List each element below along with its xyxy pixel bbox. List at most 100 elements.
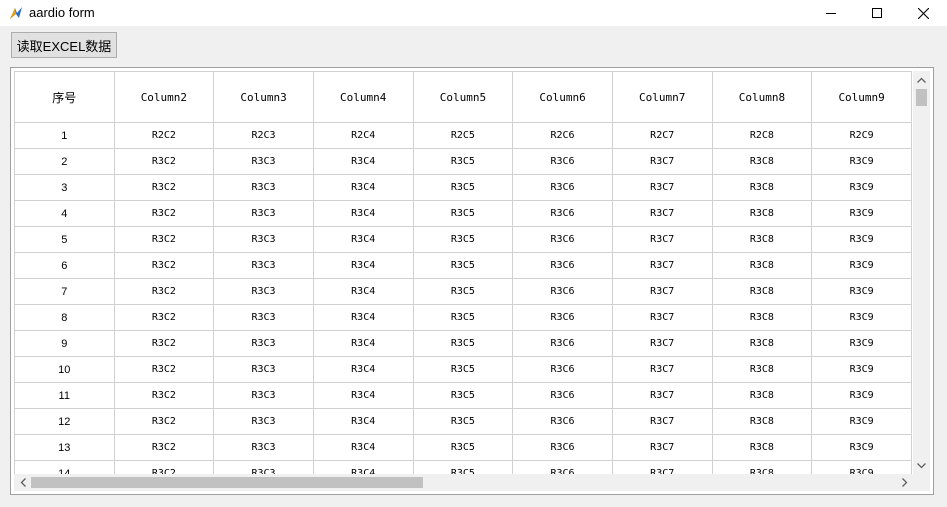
grid-cell[interactable]: R2C3 (213, 122, 314, 149)
grid-cell[interactable]: R3C9 (811, 174, 912, 201)
grid-cell[interactable]: R3C4 (312, 174, 414, 201)
grid-cell[interactable]: R3C5 (412, 460, 514, 474)
grid-cell[interactable]: R3C2 (113, 356, 215, 383)
grid-cell[interactable]: R3C7 (611, 382, 713, 409)
scroll-right-button[interactable] (896, 474, 913, 491)
grid-cell[interactable]: R3C3 (213, 434, 314, 461)
grid-cell[interactable]: R3C8 (711, 434, 813, 461)
close-button[interactable] (900, 0, 946, 26)
grid-cell[interactable]: R3C9 (811, 278, 912, 305)
grid-cell[interactable]: R3C4 (312, 304, 414, 331)
row-index-cell[interactable]: 9 (14, 330, 115, 357)
row-index-cell[interactable]: 10 (14, 356, 115, 383)
grid-cell[interactable]: R3C2 (113, 252, 215, 279)
grid-cell[interactable]: R3C6 (512, 174, 613, 201)
grid-cell[interactable]: R2C4 (312, 122, 414, 149)
grid-cell[interactable]: R3C7 (611, 330, 713, 357)
grid-cell[interactable]: R3C6 (512, 460, 613, 474)
row-index-cell[interactable]: 13 (14, 434, 115, 461)
table-row[interactable]: 11 R3C2 R3C3 R3C4 R3C5 R3C6 R3C7 R3C8 R3C9 (14, 382, 912, 409)
grid-cell[interactable]: R3C7 (611, 226, 713, 253)
grid-cell[interactable]: R3C5 (412, 304, 514, 331)
grid-cell[interactable]: R3C4 (312, 148, 414, 175)
grid-cell[interactable]: R3C9 (811, 330, 912, 357)
grid-cell[interactable]: R3C9 (811, 460, 912, 474)
grid-cell[interactable]: R3C2 (113, 278, 215, 305)
row-index-cell[interactable]: 12 (14, 408, 115, 435)
grid-cell[interactable]: R3C4 (312, 200, 414, 227)
grid-cell[interactable]: R3C3 (213, 226, 314, 253)
grid-cell[interactable]: R3C8 (711, 408, 813, 435)
row-index-cell[interactable]: 6 (14, 252, 115, 279)
grid-cell[interactable]: R3C5 (412, 148, 514, 175)
maximize-button[interactable] (854, 0, 900, 26)
row-index-cell[interactable]: 14 (14, 460, 115, 474)
grid-cell[interactable]: R3C2 (113, 382, 215, 409)
row-index-cell[interactable]: 1 (14, 122, 115, 149)
grid-cell[interactable]: R3C2 (113, 434, 215, 461)
table-row[interactable]: 8 R3C2 R3C3 R3C4 R3C5 R3C6 R3C7 R3C8 R3C9 (14, 304, 912, 331)
grid-cell[interactable]: R3C3 (213, 408, 314, 435)
grid-cell[interactable]: R2C2 (113, 122, 215, 149)
column-header[interactable]: Column6 (512, 71, 613, 123)
grid-cell[interactable]: R3C5 (412, 330, 514, 357)
grid-cell[interactable]: R3C2 (113, 148, 215, 175)
grid-cell[interactable]: R3C8 (711, 304, 813, 331)
row-index-cell[interactable]: 3 (14, 174, 115, 201)
grid-cell[interactable]: R3C6 (512, 252, 613, 279)
grid-cell[interactable]: R3C5 (412, 382, 514, 409)
vertical-scrollbar[interactable] (913, 71, 930, 474)
vertical-scroll-thumb[interactable] (916, 89, 927, 106)
horizontal-scrollbar[interactable] (14, 474, 913, 491)
grid-cell[interactable]: R3C6 (512, 148, 613, 175)
table-row[interactable]: 7 R3C2 R3C3 R3C4 R3C5 R3C6 R3C7 R3C8 R3C9 (14, 278, 912, 305)
grid-cell[interactable]: R3C8 (711, 174, 813, 201)
grid-cell[interactable]: R3C3 (213, 356, 314, 383)
grid-cell[interactable]: R3C6 (512, 278, 613, 305)
grid-cell[interactable]: R3C9 (811, 304, 912, 331)
grid-cell[interactable]: R3C8 (711, 330, 813, 357)
grid-cell[interactable]: R3C4 (312, 226, 414, 253)
grid-cell[interactable]: R3C7 (611, 434, 713, 461)
column-header[interactable]: Column5 (412, 71, 514, 123)
grid-cell[interactable]: R3C7 (611, 148, 713, 175)
table-row[interactable]: 10 R3C2 R3C3 R3C4 R3C5 R3C6 R3C7 R3C8 R3C9 (14, 356, 912, 383)
grid-cell[interactable]: R3C3 (213, 330, 314, 357)
grid-cell[interactable]: R3C5 (412, 356, 514, 383)
grid-cell[interactable]: R3C6 (512, 226, 613, 253)
grid-cell[interactable]: R2C9 (811, 122, 912, 149)
grid-cell[interactable]: R3C4 (312, 278, 414, 305)
grid-cell[interactable]: R3C9 (811, 226, 912, 253)
grid-cell[interactable]: R3C3 (213, 252, 314, 279)
table-row[interactable]: 6 R3C2 R3C3 R3C4 R3C5 R3C6 R3C7 R3C8 R3C9 (14, 252, 912, 279)
table-row[interactable]: 2 R3C2 R3C3 R3C4 R3C5 R3C6 R3C7 R3C8 R3C9 (14, 148, 912, 175)
grid-cell[interactable]: R3C5 (412, 226, 514, 253)
scroll-left-button[interactable] (14, 474, 31, 491)
grid-cell[interactable]: R3C5 (412, 278, 514, 305)
grid-cell[interactable]: R3C3 (213, 174, 314, 201)
grid-cell[interactable]: R3C8 (711, 200, 813, 227)
grid-cell[interactable]: R3C6 (512, 304, 613, 331)
horizontal-scroll-thumb[interactable] (31, 477, 423, 488)
grid-cell[interactable]: R3C2 (113, 200, 215, 227)
grid-cell[interactable]: R3C6 (512, 200, 613, 227)
grid-cell[interactable]: R3C5 (412, 408, 514, 435)
row-index-cell[interactable]: 4 (14, 200, 115, 227)
row-index-cell[interactable]: 8 (14, 304, 115, 331)
grid-cell[interactable]: R3C9 (811, 200, 912, 227)
row-index-cell[interactable]: 5 (14, 226, 115, 253)
grid-cell[interactable]: R3C5 (412, 434, 514, 461)
grid-cell[interactable]: R3C6 (512, 382, 613, 409)
grid-cell[interactable]: R3C6 (512, 408, 613, 435)
column-header[interactable]: 序号 (14, 71, 115, 123)
column-header[interactable]: Column7 (611, 71, 713, 123)
grid-cell[interactable]: R3C6 (512, 330, 613, 357)
grid-cell[interactable]: R3C5 (412, 200, 514, 227)
grid-cell[interactable]: R3C8 (711, 356, 813, 383)
table-row[interactable]: 1 R2C2 R2C3 R2C4 R2C5 R2C6 R2C7 R2C8 R2C9 (14, 122, 912, 149)
grid-cell[interactable]: R3C6 (512, 434, 613, 461)
table-row[interactable]: 4 R3C2 R3C3 R3C4 R3C5 R3C6 R3C7 R3C8 R3C9 (14, 200, 912, 227)
grid-cell[interactable]: R3C9 (811, 252, 912, 279)
grid-cell[interactable]: R3C3 (213, 304, 314, 331)
grid-cell[interactable]: R3C7 (611, 174, 713, 201)
